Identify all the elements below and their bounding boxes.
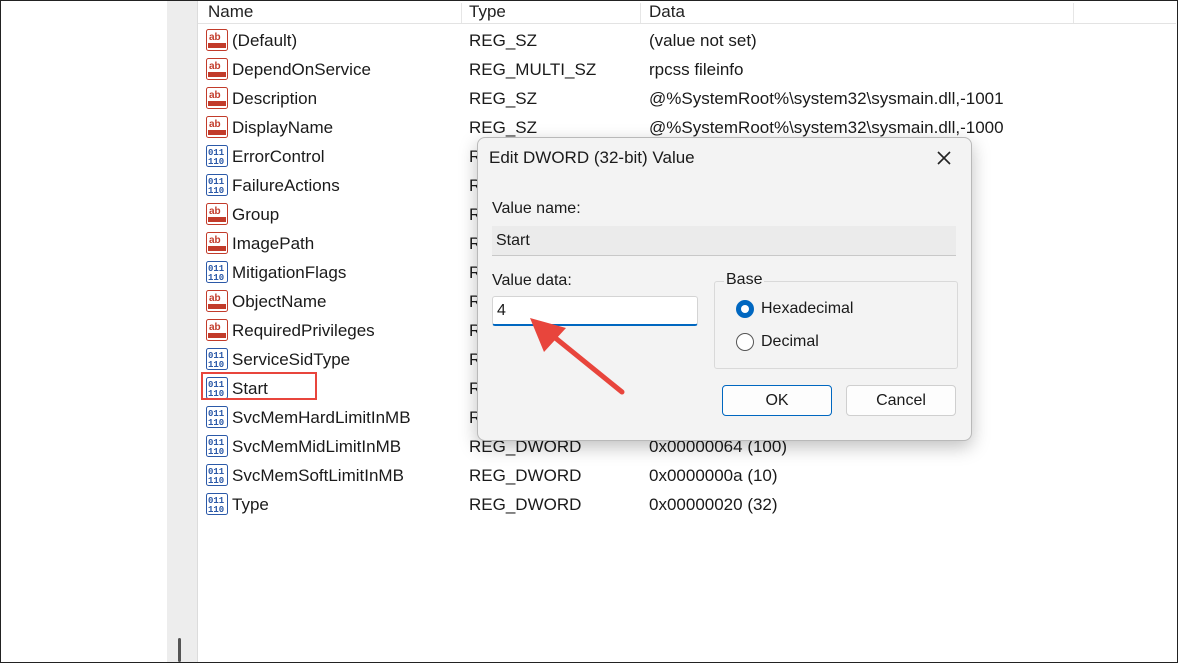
string-value-icon: ab: [206, 29, 228, 51]
string-value-icon: ab: [206, 58, 228, 80]
column-divider[interactable]: [461, 3, 462, 23]
value-type-cell: REG_SZ: [469, 31, 538, 50]
value-data-cell: (value not set): [649, 31, 757, 50]
binary-value-icon: 011 110: [206, 174, 228, 196]
value-name-field: Start: [492, 226, 956, 256]
svg-text:110: 110: [208, 157, 224, 167]
string-value-icon: ab: [206, 319, 228, 341]
svg-text:ab: ab: [209, 293, 221, 304]
binary-value-icon: 011 110: [206, 464, 228, 486]
value-type-cell: REG_DWORD: [469, 466, 582, 485]
base-label: Base: [724, 271, 765, 289]
string-value-icon: ab: [206, 116, 228, 138]
binary-value-icon: 011 110: [206, 348, 228, 370]
value-type-cell: REG_SZ: [469, 89, 538, 108]
svg-text:ab: ab: [209, 32, 221, 43]
value-name-cell: RequiredPrivileges: [232, 321, 375, 340]
value-data-label: Value data:: [492, 272, 572, 289]
column-divider[interactable]: [1073, 3, 1074, 23]
value-name-cell: SvcMemMidLimitInMB: [232, 437, 402, 456]
value-type-cell: REG_DWORD: [469, 495, 582, 514]
string-value-icon: ab: [206, 203, 228, 225]
value-name-cell: DependOnService: [232, 60, 371, 79]
svg-text:ab: ab: [209, 90, 221, 101]
value-name-cell: ImagePath: [232, 234, 315, 253]
svg-text:110: 110: [208, 360, 224, 370]
string-value-icon: ab: [206, 87, 228, 109]
svg-text:110: 110: [208, 273, 224, 283]
svg-text:ab: ab: [209, 61, 221, 72]
column-header-data[interactable]: Data: [649, 1, 685, 23]
tree-scrollbar-thumb[interactable]: [178, 638, 181, 662]
table-row[interactable]: ab (Default) REG_SZ (value not set): [198, 26, 1176, 55]
dialog-title: Edit DWORD (32-bit) Value: [489, 148, 695, 167]
column-header-type[interactable]: Type: [469, 1, 506, 23]
table-row[interactable]: ab Description REG_SZ @%SystemRoot%\system3…: [198, 84, 1176, 113]
svg-text:ab: ab: [209, 119, 221, 130]
binary-value-icon: 011 110: [206, 493, 228, 515]
value-data-cell: 0x0000000a (10): [649, 466, 778, 485]
svg-text:ab: ab: [209, 206, 221, 217]
value-name-cell: SvcMemHardLimitInMB: [232, 408, 411, 427]
value-name-cell: ServiceSidType: [232, 350, 351, 369]
hexadecimal-label[interactable]: Hexadecimal: [761, 300, 853, 318]
svg-text:110: 110: [208, 418, 224, 428]
value-name-cell: Description: [232, 89, 318, 108]
svg-text:110: 110: [208, 186, 224, 196]
value-type-cell: REG_MULTI_SZ: [469, 60, 597, 79]
close-icon: [937, 151, 951, 165]
table-row[interactable]: ab DependOnService REG_MULTI_SZ rpcss filei…: [198, 55, 1176, 84]
hexadecimal-radio[interactable]: [736, 300, 754, 318]
cancel-button[interactable]: Cancel: [846, 385, 956, 416]
svg-text:110: 110: [208, 505, 224, 515]
value-data-cell: rpcss fileinfo: [649, 60, 744, 79]
svg-text:ab: ab: [209, 235, 221, 246]
list-header: Name Type Data: [198, 1, 1176, 24]
close-button[interactable]: [930, 146, 958, 172]
value-name-cell: FailureActions: [232, 176, 340, 195]
binary-value-icon: 011 110: [206, 435, 228, 457]
binary-value-icon: 011 110: [206, 406, 228, 428]
value-name-cell: SvcMemSoftLimitInMB: [232, 466, 404, 485]
annotation-arrow-icon: [530, 318, 625, 395]
value-data-cell: @%SystemRoot%\system32\sysmain.dll,-1001: [649, 89, 1004, 108]
column-header-name[interactable]: Name: [208, 1, 253, 23]
binary-value-icon: 011 110: [206, 261, 228, 283]
start-highlight-box: [201, 372, 317, 400]
svg-text:110: 110: [208, 476, 224, 486]
value-name-cell: ObjectName: [232, 292, 327, 311]
string-value-icon: ab: [206, 232, 228, 254]
svg-text:110: 110: [208, 447, 224, 457]
registry-tree-pane: [1, 1, 167, 662]
binary-value-icon: 011 110: [206, 145, 228, 167]
string-value-icon: ab: [206, 290, 228, 312]
table-row[interactable]: 011 110 SvcMemSoftLimitInMB REG_DWORD 0x0000…: [198, 461, 1176, 490]
value-name-cell: Group: [232, 205, 280, 224]
base-group: [714, 281, 958, 369]
value-data-cell: 0x00000020 (32): [649, 495, 778, 514]
value-name-cell: DisplayName: [232, 118, 334, 137]
decimal-label[interactable]: Decimal: [761, 333, 819, 351]
tree-scrollbar[interactable]: [167, 1, 198, 662]
value-name-cell: ErrorControl: [232, 147, 325, 166]
column-divider[interactable]: [640, 3, 641, 23]
table-row[interactable]: 011 110 Type REG_DWORD 0x00000020 (32): [198, 490, 1176, 519]
value-name-label: Value name:: [492, 200, 581, 217]
decimal-radio[interactable]: [736, 333, 754, 351]
svg-text:ab: ab: [209, 322, 221, 333]
value-name-cell: (Default): [232, 31, 298, 50]
ok-button[interactable]: OK: [722, 385, 832, 416]
value-name-cell: Type: [232, 495, 269, 514]
value-name-cell: MitigationFlags: [232, 263, 347, 282]
